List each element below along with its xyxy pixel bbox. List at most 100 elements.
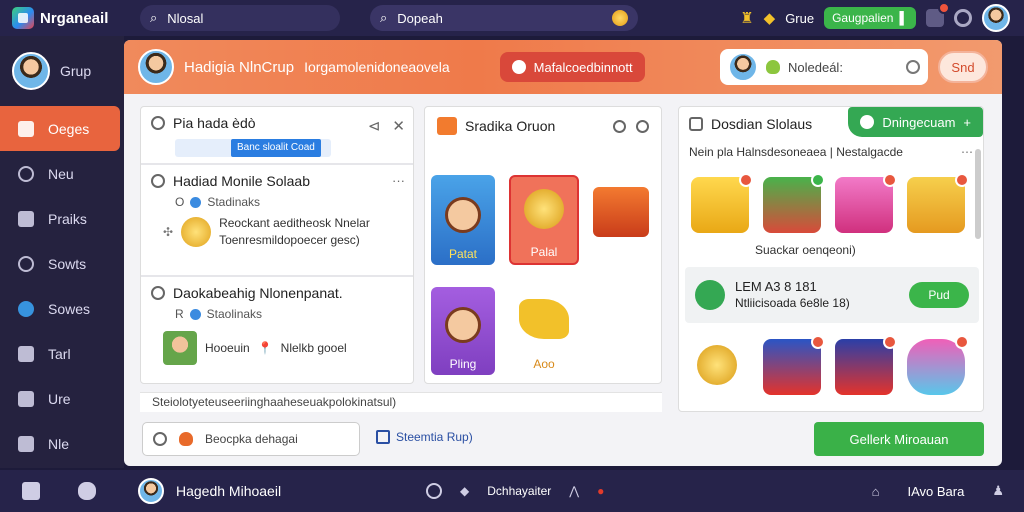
sidebar-item-posts[interactable]: Praiks — [0, 196, 124, 241]
games-card: Sradika Oruon Patat Palal Pling Aoo — [424, 106, 662, 384]
user-icon: R — [175, 307, 184, 321]
app-logo[interactable]: Nrganeail — [0, 7, 132, 29]
prev-icon[interactable] — [613, 119, 626, 133]
green-status-pill[interactable]: Gaugpalien ▌ — [824, 7, 916, 29]
store-item-tile[interactable] — [691, 173, 753, 233]
bottom-right-text[interactable]: IAvo Bara — [907, 484, 964, 499]
clock-icon — [151, 286, 165, 300]
search-icon: ⌕ — [150, 10, 158, 25]
bottom-middle-text[interactable]: Dchhayaiter — [487, 484, 551, 498]
sidebar-item-home[interactable]: Oeges — [0, 106, 120, 151]
scrollbar[interactable] — [975, 149, 981, 239]
post-body: Hooeuin 📍 Nlelkb gooel — [163, 331, 403, 365]
game-tile-selected[interactable]: Palal — [509, 175, 579, 265]
trophy-icon — [519, 299, 569, 339]
sidebar-user-name: Grup — [60, 63, 92, 79]
tag-bar[interactable]: Banc sloalit Coad — [175, 139, 331, 157]
coin-icon — [524, 189, 564, 229]
store-item-tile[interactable] — [763, 335, 825, 395]
post-body-line: Reockant aeditheosk Nnelar — [219, 216, 370, 230]
user-icon: O — [175, 195, 185, 209]
search-bar-secondary[interactable]: ⌕ Dopeah — [370, 5, 638, 31]
notifications-icon[interactable] — [926, 2, 950, 27]
more-options-icon[interactable]: ··· — [392, 173, 405, 188]
game-icon — [437, 117, 457, 135]
red-action-pill[interactable]: Mafalcoedbinnott — [499, 52, 645, 82]
next-icon[interactable] — [636, 119, 649, 133]
sidebar: Grup Oeges Neu Praiks Sowts Sowes Tarl U… — [0, 36, 124, 468]
trophy-icon[interactable]: ♜ — [740, 9, 753, 27]
plus-icon: + — [963, 114, 971, 130]
notification-badge — [938, 2, 950, 14]
gift-box-icon[interactable] — [593, 187, 649, 237]
composer-link[interactable]: Steemtia Rup) — [376, 430, 473, 444]
tree-icon[interactable]: ⋀ — [569, 484, 579, 498]
bottom-user[interactable]: Hagedh Mihoaeil — [138, 478, 281, 504]
game-tile[interactable]: Pling — [431, 287, 495, 375]
primary-cta-button[interactable]: Gellerk Miroauan — [814, 422, 984, 456]
sidebar-user[interactable]: Grup — [0, 36, 124, 106]
pin-icon[interactable]: ● — [597, 484, 604, 498]
header-search-field[interactable]: Noledeál: — [720, 49, 928, 85]
game-label: Palal — [530, 245, 558, 259]
badge — [811, 173, 825, 187]
composer-input[interactable]: Beocpka dehagai — [142, 422, 360, 456]
calendar-icon — [376, 430, 390, 444]
sidebar-item-use[interactable]: Ure — [0, 376, 124, 421]
feed-post[interactable]: Daokabeahig Nlonenpanat. R Staolinaks Ho… — [141, 277, 413, 373]
badge — [955, 173, 969, 187]
post-meta: R Staolinaks — [175, 307, 403, 321]
user-avatar[interactable] — [982, 4, 1010, 32]
game-tile[interactable]: Aoo — [511, 291, 577, 375]
search-bar-primary[interactable]: ⌕ Nlosal — [140, 5, 340, 31]
feed-card-title: Pia hada èdò — [173, 115, 256, 131]
sidebar-item-label: Oeges — [48, 120, 90, 137]
page-title: Hadigia NlnCrup — [184, 58, 295, 76]
game-tile[interactable]: Patat — [431, 175, 495, 265]
profile-thumbnail — [163, 331, 197, 365]
sidebar-item-file[interactable]: Nle — [0, 421, 124, 466]
store-item-tile[interactable] — [691, 339, 749, 395]
group-label[interactable]: Grue — [785, 11, 814, 26]
promo-button[interactable]: Pud — [909, 282, 969, 308]
store-item-tile[interactable] — [835, 335, 897, 395]
character-icon — [445, 197, 481, 233]
bottom-avatar — [138, 478, 164, 504]
home-icon[interactable] — [22, 482, 40, 500]
tag-label: Banc sloalit Coad — [231, 139, 321, 157]
character-icon — [445, 307, 481, 343]
more-icon[interactable]: ⋯ — [961, 145, 973, 159]
sidebar-item-new[interactable]: Neu — [0, 151, 124, 196]
gamepad-icon[interactable] — [78, 482, 96, 500]
promo-row[interactable]: LEM A3 8 181 Ntliicisoada 6e8le 18) Pud — [685, 267, 979, 323]
header-avatar[interactable] — [138, 49, 174, 85]
store-action-button[interactable]: Dningecuam + — [848, 107, 983, 137]
store-item-tile[interactable] — [907, 335, 969, 395]
blue-dot-icon — [190, 196, 202, 208]
post-meta: O Stadinaks — [175, 195, 403, 209]
clock-icon — [18, 165, 34, 182]
sidebar-item-tabs[interactable]: Tarl — [0, 331, 124, 376]
post-meta-text: Stadinaks — [207, 195, 261, 209]
sidebar-item-services[interactable]: Sowes — [0, 286, 124, 331]
composer-link-text: Steemtia Rup) — [396, 430, 473, 444]
home-outline-icon[interactable]: ⌂ — [872, 484, 880, 499]
chat-icon — [860, 115, 875, 129]
store-item-tile[interactable] — [763, 173, 825, 233]
account-icon[interactable]: ♟ — [992, 483, 1004, 499]
store-item-tile[interactable] — [907, 173, 969, 233]
sidebar-item-chats[interactable]: Sowts — [0, 241, 124, 286]
share-icon[interactable]: ⊲ — [368, 117, 381, 135]
feed-post[interactable]: Hadiad Monile Solaab ··· O Stadinaks ✣ R… — [141, 165, 413, 277]
send-button[interactable]: Snd — [938, 51, 988, 83]
games-card-title: Sradika Oruon — [465, 118, 556, 134]
store-item-tile[interactable] — [835, 173, 897, 233]
settings-gear-icon[interactable] — [954, 9, 972, 27]
main-panel: Hadigia NlnCrup Iorgamolenidoneaovela Ma… — [124, 40, 1002, 466]
main-header: Hadigia NlnCrup Iorgamolenidoneaovela Ma… — [124, 40, 1002, 94]
close-icon[interactable]: ✕ — [392, 117, 405, 135]
page-subtitle: Iorgamolenidoneaovela — [304, 59, 450, 75]
search-icon[interactable] — [426, 483, 442, 499]
store-card-title: Dosdian Slolaus — [711, 116, 813, 132]
post-meta-text: Staolinaks — [206, 307, 263, 321]
